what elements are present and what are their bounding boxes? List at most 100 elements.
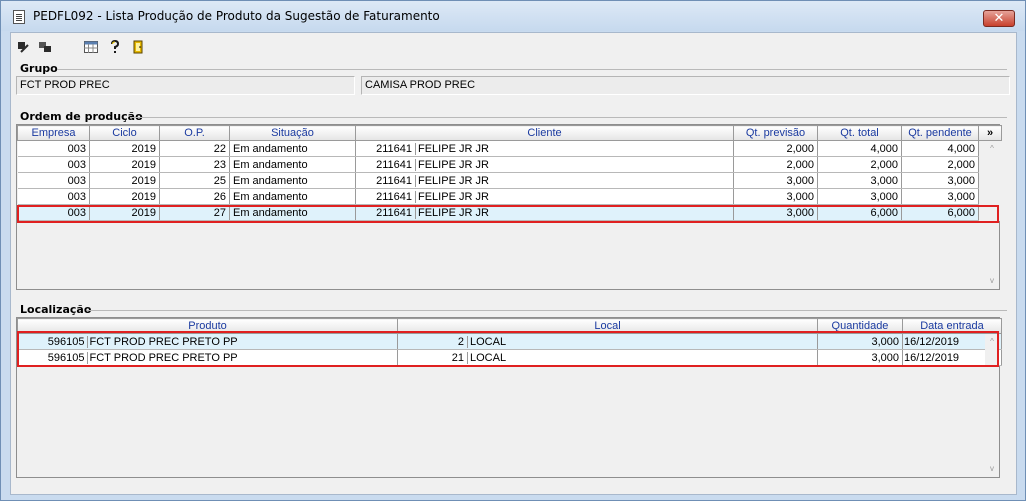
- cliente-name: FELIPE JR JR: [418, 190, 489, 203]
- ordem-divider: [130, 117, 1007, 118]
- cell-qt-total: 6,000: [817, 204, 902, 221]
- cell-qt-previsao: 3,000: [733, 204, 818, 221]
- table-row[interactable]: 003 2019 23 Em andamento 211641 FELIPE JR JR 2…: [17, 156, 1002, 173]
- cell-situacao: Em andamento: [229, 140, 356, 157]
- cliente-code: 211641: [356, 142, 416, 155]
- col-ciclo[interactable]: Ciclo: [89, 125, 160, 141]
- cliente-name: FELIPE JR JR: [418, 142, 489, 155]
- local-code: 21: [398, 351, 468, 364]
- cell-cliente: 211641 FELIPE JR JR: [355, 172, 734, 189]
- cliente-code: 211641: [356, 158, 416, 171]
- cell-produto: 596105 FCT PROD PREC PRETO PP: [17, 349, 398, 366]
- cell-qt-pendente: 3,000: [901, 188, 979, 205]
- cell-cliente: 211641 FELIPE JR JR: [355, 204, 734, 221]
- ordem-grid: Empresa Ciclo O.P. Situação Cliente Qt. …: [16, 124, 1002, 290]
- client-area: Grupo FCT PROD PREC CAMISA PROD PREC Ord…: [10, 32, 1017, 495]
- localizacao-divider: [87, 310, 1007, 311]
- close-button[interactable]: ✕: [983, 10, 1015, 27]
- title-bar[interactable]: PEDFL092 - Lista Produção de Produto da …: [1, 1, 1025, 31]
- cell-local: 21 LOCAL: [397, 349, 818, 366]
- ordem-table: Empresa Ciclo O.P. Situação Cliente Qt. …: [17, 125, 1002, 221]
- cliente-code: 211641: [356, 206, 416, 219]
- cell-situacao: Em andamento: [229, 188, 356, 205]
- cell-empresa: 003: [17, 172, 90, 189]
- col-empresa[interactable]: Empresa: [17, 125, 90, 141]
- col-data-entrada[interactable]: Data entrada: [902, 318, 1002, 334]
- cell-qt-total: 3,000: [817, 188, 902, 205]
- cell-ciclo: 2019: [89, 204, 160, 221]
- scroll-down-icon[interactable]: v: [985, 275, 999, 287]
- col-op[interactable]: O.P.: [159, 125, 230, 141]
- ordem-header-row: Empresa Ciclo O.P. Situação Cliente Qt. …: [17, 125, 1002, 141]
- cliente-name: FELIPE JR JR: [418, 206, 489, 219]
- more-columns-button[interactable]: »: [978, 125, 1002, 141]
- scroll-up-icon[interactable]: ^: [985, 143, 999, 155]
- localizacao-scrollbar[interactable]: ^ v: [985, 334, 999, 477]
- cell-ciclo: 2019: [89, 188, 160, 205]
- cell-empresa: 003: [17, 156, 90, 173]
- door-icon[interactable]: [132, 40, 146, 54]
- ordem-scrollbar[interactable]: ^ v: [985, 141, 999, 289]
- col-produto[interactable]: Produto: [17, 318, 398, 334]
- cell-situacao: Em andamento: [229, 204, 356, 221]
- cell-empresa: 003: [17, 204, 90, 221]
- produto-code: 596105: [18, 351, 88, 364]
- grupo-code-field: FCT PROD PREC: [16, 76, 355, 95]
- cell-ciclo: 2019: [89, 156, 160, 173]
- grupo-description-field: CAMISA PROD PREC: [361, 76, 1010, 95]
- col-cliente[interactable]: Cliente: [355, 125, 734, 141]
- cell-op: 25: [159, 172, 230, 189]
- ordem-section-title: Ordem de produção: [20, 110, 143, 123]
- cell-situacao: Em andamento: [229, 172, 356, 189]
- produto-name: FCT PROD PREC PRETO PP: [89, 351, 238, 364]
- localizacao-table: Produto Local Quantidade Data entrada 59…: [17, 318, 1002, 366]
- cell-qt-previsao: 3,000: [733, 172, 818, 189]
- export-icon[interactable]: [38, 40, 52, 54]
- col-qt-total[interactable]: Qt. total: [817, 125, 902, 141]
- scroll-up-icon[interactable]: ^: [985, 336, 999, 348]
- cell-op: 22: [159, 140, 230, 157]
- table-row[interactable]: 003 2019 26 Em andamento 211641 FELIPE JR JR 3…: [17, 188, 1002, 205]
- col-quantidade[interactable]: Quantidade: [817, 318, 903, 334]
- window-title: PEDFL092 - Lista Produção de Produto da …: [33, 9, 440, 23]
- table-row[interactable]: 003 2019 27 Em andamento 211641 FELIPE JR JR 3…: [17, 204, 1002, 221]
- cell-qt-pendente: 2,000: [901, 156, 979, 173]
- cliente-name: FELIPE JR JR: [418, 158, 489, 171]
- exit-icon[interactable]: [16, 40, 30, 54]
- table-row[interactable]: 596105 FCT PROD PREC PRETO PP 2 LOCAL 3,000 1…: [17, 333, 1002, 350]
- col-qt-previsao[interactable]: Qt. previsão: [733, 125, 818, 141]
- col-local[interactable]: Local: [397, 318, 818, 334]
- calendar-grid-icon[interactable]: [84, 40, 98, 54]
- cliente-code: 211641: [356, 190, 416, 203]
- localizacao-grid: Produto Local Quantidade Data entrada 59…: [16, 317, 1002, 478]
- table-row[interactable]: 596105 FCT PROD PREC PRETO PP 21 LOCAL 3,000…: [17, 349, 1002, 366]
- cell-op: 27: [159, 204, 230, 221]
- cell-qt-total: 2,000: [817, 156, 902, 173]
- cell-qt-pendente: 4,000: [901, 140, 979, 157]
- cell-local: 2 LOCAL: [397, 333, 818, 350]
- cell-ciclo: 2019: [89, 172, 160, 189]
- cell-qt-pendente: 6,000: [901, 204, 979, 221]
- help-icon[interactable]: [108, 40, 122, 54]
- cliente-name: FELIPE JR JR: [418, 174, 489, 187]
- cell-cliente: 211641 FELIPE JR JR: [355, 140, 734, 157]
- localizacao-header-row: Produto Local Quantidade Data entrada: [17, 318, 1002, 334]
- cell-qt-total: 4,000: [817, 140, 902, 157]
- produto-name: FCT PROD PREC PRETO PP: [89, 335, 238, 348]
- cell-situacao: Em andamento: [229, 156, 356, 173]
- localizacao-section-title: Localização: [20, 303, 92, 316]
- cell-qt-total: 3,000: [817, 172, 902, 189]
- cell-quantidade: 3,000: [817, 349, 903, 366]
- cell-op: 23: [159, 156, 230, 173]
- table-row[interactable]: 003 2019 22 Em andamento 211641 FELIPE JR JR 2…: [17, 140, 1002, 157]
- local-code: 2: [398, 335, 468, 348]
- produto-code: 596105: [18, 335, 88, 348]
- table-row[interactable]: 003 2019 25 Em andamento 211641 FELIPE JR JR 3…: [17, 172, 1002, 189]
- col-situacao[interactable]: Situação: [229, 125, 356, 141]
- cell-qt-pendente: 3,000: [901, 172, 979, 189]
- main-window: PEDFL092 - Lista Produção de Produto da …: [0, 0, 1026, 501]
- scroll-down-icon[interactable]: v: [985, 463, 999, 475]
- local-name: LOCAL: [470, 351, 507, 364]
- toolbar: [11, 33, 1016, 61]
- col-qt-pendente[interactable]: Qt. pendente: [901, 125, 979, 141]
